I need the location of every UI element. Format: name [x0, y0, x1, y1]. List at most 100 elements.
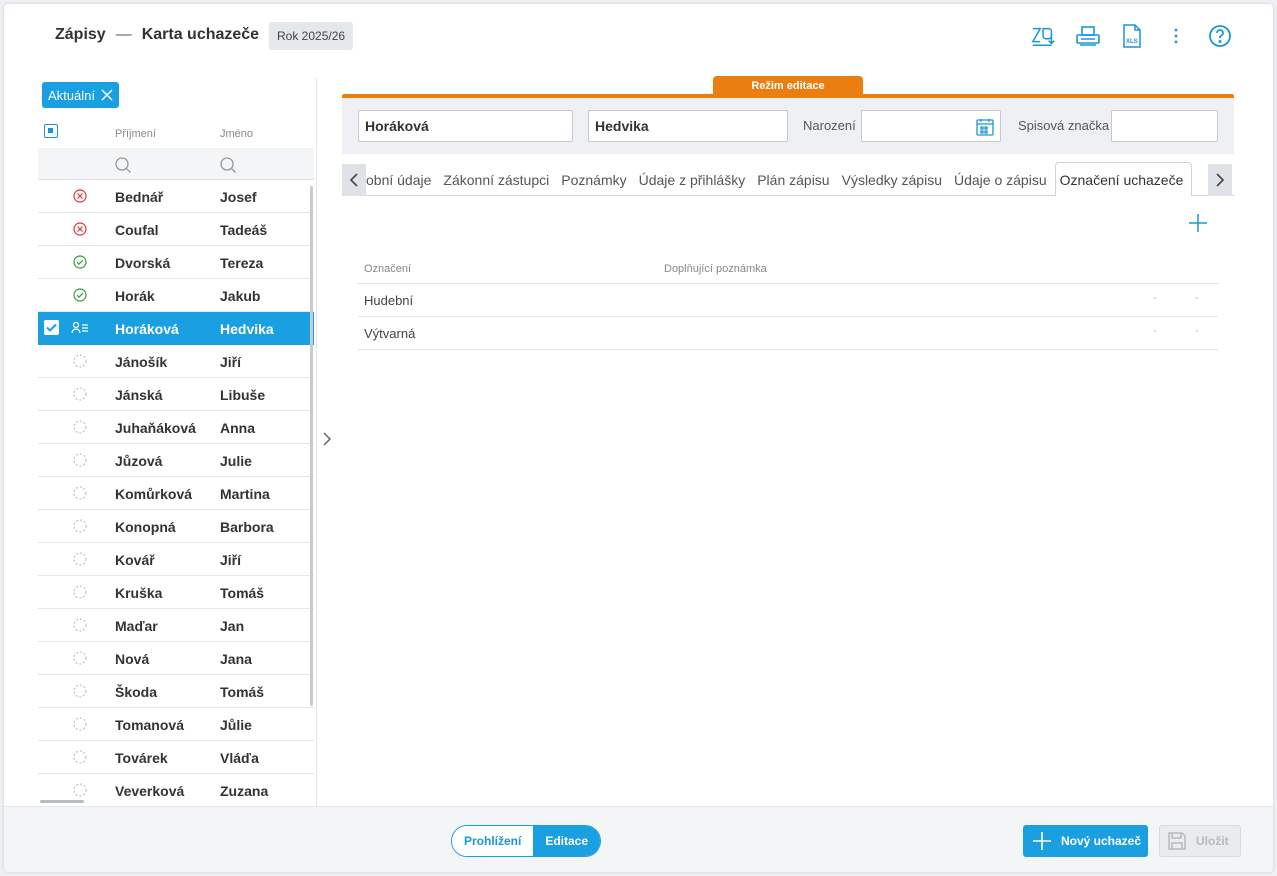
- tabs-scroll-left[interactable]: [342, 164, 366, 196]
- table-row[interactable]: Výtvarná - -: [358, 317, 1218, 350]
- vertical-scrollbar[interactable]: [310, 186, 313, 706]
- horizontal-scrollbar[interactable]: [40, 800, 84, 803]
- list-item[interactable]: Jánošík Jiří: [38, 345, 314, 378]
- help-icon[interactable]: [1207, 22, 1233, 50]
- tab-2[interactable]: Zákonní zástupci: [439, 163, 557, 196]
- designation-value: Hudební: [364, 293, 414, 308]
- list-item[interactable]: Nová Jana: [38, 642, 314, 675]
- list-item[interactable]: Horák Jakub: [38, 279, 314, 312]
- list-item[interactable]: Komůrková Martina: [38, 477, 314, 510]
- edit-mode-tag: Režim editace: [713, 76, 863, 96]
- row-name: Jakub: [220, 288, 261, 304]
- pending-icon: [73, 387, 87, 401]
- tab-7[interactable]: Údaje o zápisu: [950, 163, 1055, 196]
- tab-3[interactable]: Poznámky: [557, 163, 634, 196]
- row-name: Jiří: [220, 552, 242, 568]
- school-year-badge[interactable]: Rok 2025/26: [269, 22, 354, 50]
- list-item[interactable]: Maďar Jan: [38, 609, 314, 642]
- page-title: Zápisy — Karta uchazeče: [55, 26, 259, 44]
- select-all-checkbox[interactable]: [44, 124, 58, 138]
- pending-icon: [73, 651, 87, 665]
- tab-strip: obní údaje Zákonní zástupci Poznámky Údaje …: [366, 162, 1208, 196]
- row-surname: Konopná: [115, 519, 176, 535]
- column-designation[interactable]: Označení: [364, 263, 411, 275]
- list-item[interactable]: Horáková Hedvika: [38, 312, 314, 345]
- birth-date-label: Narození: [803, 118, 856, 133]
- surname-field[interactable]: Horáková: [358, 110, 573, 142]
- row-surname: Veverková: [115, 783, 185, 799]
- row-name: Josef: [220, 189, 257, 205]
- tab-1[interactable]: obní údaje: [366, 163, 439, 196]
- edit-mode-button[interactable]: Editace: [533, 826, 601, 856]
- list-item[interactable]: Tomanová Jůlie: [38, 708, 314, 741]
- list-header: Příjmení Jméno: [38, 118, 314, 146]
- new-candidate-button[interactable]: Nový uchazeč: [1023, 825, 1148, 857]
- list-item[interactable]: Dvorská Tereza: [38, 246, 314, 279]
- row-name: Tomáš: [220, 585, 265, 601]
- pending-icon: [73, 486, 87, 500]
- chevron-right-icon[interactable]: [322, 432, 332, 446]
- list-item[interactable]: Juhaňáková Anna: [38, 411, 314, 444]
- candidate-list: Bednář Josef Coufal Tadeáš Dvorská Tereza Horá…: [38, 180, 314, 806]
- more-icon[interactable]: [1163, 22, 1189, 50]
- row-name: Jana: [220, 651, 252, 667]
- tab-5[interactable]: Plán zápisu: [753, 163, 837, 196]
- list-item[interactable]: Kruška Tomáš: [38, 576, 314, 609]
- chevron-left-icon: [349, 173, 358, 187]
- xls-icon[interactable]: XLS: [1119, 22, 1145, 50]
- candidate-list-panel: Aktuální Příjmení Jméno Bednář Josef Coufa…: [38, 70, 316, 806]
- first-name-field[interactable]: Hedvika: [588, 110, 788, 142]
- view-mode-button[interactable]: Prohlížení: [452, 826, 534, 856]
- column-note[interactable]: Doplňující poznámka: [664, 263, 767, 275]
- pending-icon: [73, 420, 87, 434]
- file-number-field[interactable]: [1111, 110, 1218, 142]
- list-item[interactable]: Bednář Josef: [38, 180, 314, 213]
- filter-chip-current[interactable]: Aktuální: [42, 82, 119, 108]
- svg-text:XLS: XLS: [1126, 39, 1138, 45]
- export-icon[interactable]: [1031, 22, 1057, 50]
- list-item[interactable]: Konopná Barbora: [38, 510, 314, 543]
- tab-6[interactable]: Výsledky zápisu: [838, 163, 950, 196]
- add-icon[interactable]: [1188, 213, 1208, 233]
- candidate-form: Horáková Hedvika Narození Spisová značka: [342, 98, 1234, 154]
- column-surname[interactable]: Příjmení: [115, 128, 156, 140]
- search-icon[interactable]: [219, 156, 237, 174]
- tabs-scroll-right[interactable]: [1208, 164, 1232, 196]
- close-icon[interactable]: [101, 89, 113, 101]
- row-name: Tadeáš: [220, 222, 268, 238]
- pending-icon: [73, 618, 87, 632]
- row-name: Libuše: [220, 387, 266, 403]
- row-action-placeholder[interactable]: -: [1195, 325, 1199, 337]
- list-item[interactable]: Továrek Vláďa: [38, 741, 314, 774]
- list-item[interactable]: Kovář Jiří: [38, 543, 314, 576]
- list-item[interactable]: Škoda Tomáš: [38, 675, 314, 708]
- row-checkbox[interactable]: [44, 320, 59, 335]
- grid-header: Označení Doplňující poznámka: [358, 256, 1218, 284]
- row-name: Hedvika: [220, 321, 274, 337]
- table-row[interactable]: Hudební - -: [358, 284, 1218, 317]
- new-candidate-label: Nový uchazeč: [1061, 834, 1142, 848]
- row-action-placeholder[interactable]: -: [1153, 325, 1157, 337]
- tab-4[interactable]: Údaje z přihlášky: [635, 163, 754, 196]
- list-item[interactable]: Jůzová Julie: [38, 444, 314, 477]
- column-name[interactable]: Jméno: [220, 128, 253, 140]
- row-action-placeholder[interactable]: -: [1195, 292, 1199, 304]
- print-icon[interactable]: [1075, 22, 1101, 50]
- row-surname: Komůrková: [115, 486, 193, 502]
- plus-icon: [1033, 832, 1051, 850]
- footer-bar: Prohlížení Editace Nový uchazeč Uložit: [4, 806, 1273, 872]
- list-item[interactable]: Jánská Libuše: [38, 378, 314, 411]
- app-window: Zápisy — Karta uchazeče Rok 2025/26 XLS: [4, 4, 1273, 872]
- rejected-icon: [73, 189, 87, 203]
- tab-8[interactable]: Označení uchazeče: [1054, 162, 1193, 196]
- row-action-placeholder[interactable]: -: [1153, 292, 1157, 304]
- filter-chip-label: Aktuální: [48, 87, 95, 103]
- save-button[interactable]: Uložit: [1159, 825, 1241, 857]
- search-icon[interactable]: [114, 156, 132, 174]
- row-surname: Coufal: [115, 222, 159, 238]
- pending-icon: [73, 750, 87, 764]
- calendar-icon[interactable]: [976, 118, 994, 136]
- list-item[interactable]: Coufal Tadeáš: [38, 213, 314, 246]
- accepted-icon: [73, 255, 87, 269]
- pending-icon: [73, 519, 87, 533]
